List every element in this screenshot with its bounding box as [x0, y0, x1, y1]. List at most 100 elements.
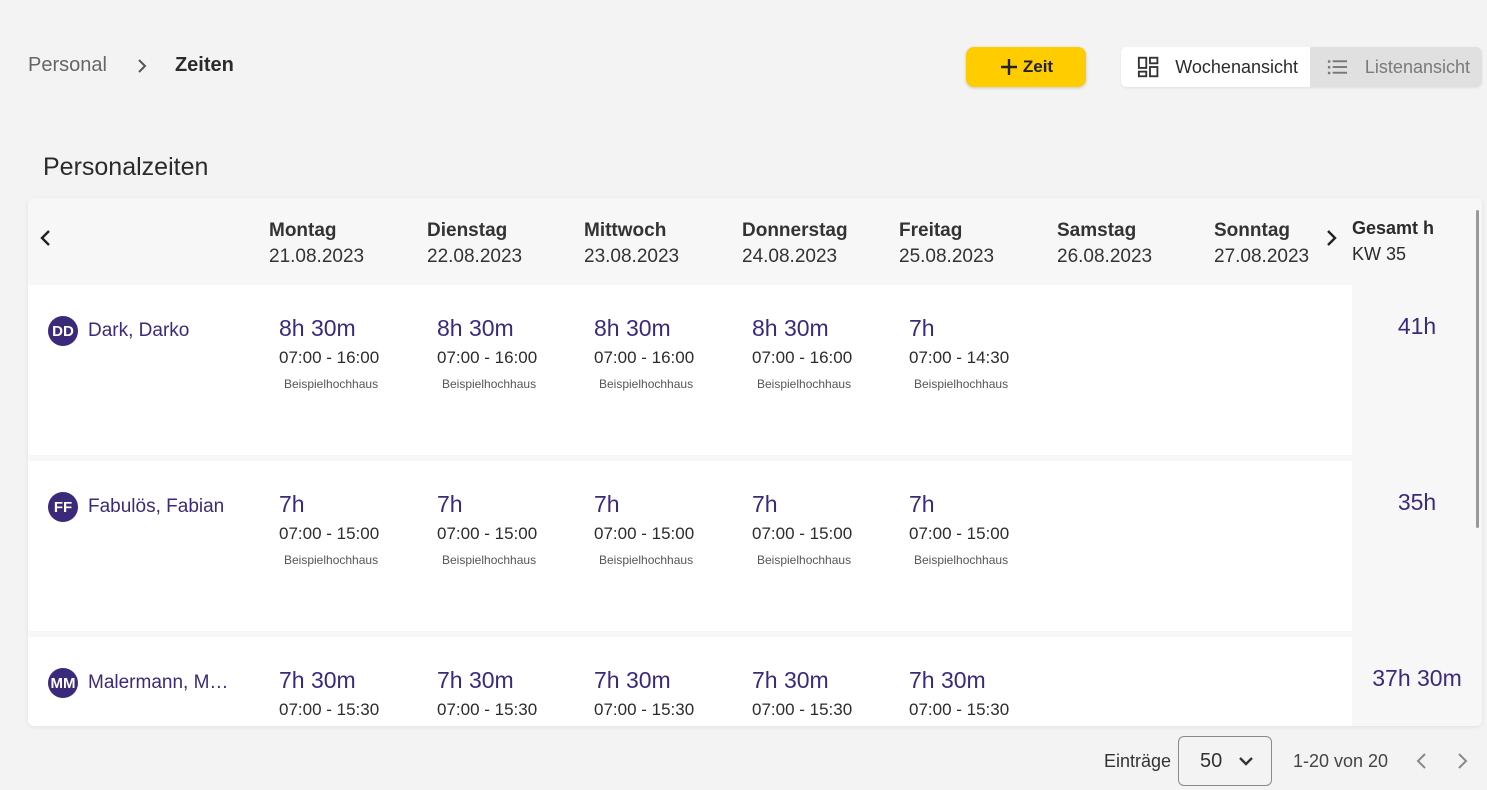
time-entry[interactable]: 7h 30m 07:00 - 15:30: [437, 665, 537, 721]
vertical-scrollbar[interactable]: [1476, 210, 1479, 528]
time-entry[interactable]: 7h 30m 07:00 - 15:30: [594, 665, 694, 721]
chevron-right-icon: [1458, 753, 1468, 769]
row-total: 37h 30m: [1352, 637, 1482, 726]
employee-name[interactable]: Fabulös, Fabian: [88, 496, 224, 518]
day-header-thursday: Donnerstag 24.08.2023: [742, 218, 848, 270]
entry-location: Beispielhochhaus: [284, 553, 379, 567]
time-entry[interactable]: 7h 30m 07:00 - 15:30: [279, 665, 379, 721]
employee: FF Fabulös, Fabian: [48, 492, 248, 522]
chevron-left-icon: [40, 230, 50, 246]
week-view-label: Wochenansicht: [1175, 56, 1298, 77]
plus-icon: [1000, 59, 1017, 75]
day-header-monday: Montag 21.08.2023: [269, 218, 364, 270]
employee-name[interactable]: Malermann, M…: [88, 672, 228, 694]
entry-time-range: 07:00 - 15:00: [279, 524, 380, 543]
week-header: Montag 21.08.2023 Dienstag 22.08.2023 Mi…: [28, 198, 1482, 285]
entry-time-range: 07:00 - 16:00: [437, 348, 538, 367]
entry-duration: 7h 30m: [594, 667, 671, 693]
entry-duration: 7h 30m: [279, 667, 356, 693]
list-view-label: Listenansicht: [1364, 56, 1470, 77]
table-row: DD Dark, Darko 8h 30m 07:00 - 16:00 Beis…: [28, 285, 1352, 455]
entry-time-range: 07:00 - 16:00: [752, 348, 853, 367]
day-header-friday: Freitag 25.08.2023: [899, 218, 994, 270]
day-date: 24.08.2023: [742, 246, 838, 267]
entry-time-range: 07:00 - 15:30: [909, 700, 1010, 719]
total-header: Gesamt h KW 35: [1352, 215, 1434, 267]
day-header-saturday: Samstag 26.08.2023: [1057, 218, 1152, 270]
entry-time-range: 07:00 - 16:00: [594, 348, 695, 367]
entry-location: Beispielhochhaus: [599, 377, 694, 391]
next-page-button[interactable]: [1452, 750, 1472, 777]
entry-duration: 8h 30m: [437, 315, 514, 341]
time-entry[interactable]: 7h 30m 07:00 - 15:30: [909, 665, 1009, 721]
day-name: Freitag: [899, 220, 963, 241]
time-entry[interactable]: 7h 30m 07:00 - 15:30: [752, 665, 852, 721]
row-total: 41h: [1352, 285, 1482, 455]
entry-duration: 8h 30m: [752, 315, 829, 341]
entry-location: Beispielhochhaus: [914, 377, 1009, 391]
dashboard-grid-icon: [1137, 56, 1159, 78]
entry-duration: 7h: [279, 491, 305, 517]
entry-time-range: 07:00 - 14:30: [909, 348, 1010, 367]
avatar: MM: [48, 668, 78, 698]
day-name: Donnerstag: [742, 220, 848, 241]
entry-location: Beispielhochhaus: [757, 377, 852, 391]
time-entry[interactable]: 8h 30m 07:00 - 16:00 Beispielhochhaus: [279, 313, 379, 391]
day-name: Montag: [269, 220, 337, 241]
day-name: Dienstag: [427, 220, 508, 241]
week-number: KW 35: [1352, 244, 1407, 264]
entry-duration: 7h 30m: [437, 667, 514, 693]
time-entry[interactable]: 8h 30m 07:00 - 16:00 Beispielhochhaus: [594, 313, 694, 391]
entry-location: Beispielhochhaus: [599, 553, 694, 567]
list-view-button[interactable]: Listenansicht: [1310, 47, 1482, 87]
breadcrumb: Personal Zeiten: [28, 54, 234, 77]
week-next-button[interactable]: [1319, 226, 1343, 250]
entry-duration: 8h 30m: [594, 315, 671, 341]
entry-time-range: 07:00 - 15:30: [279, 700, 380, 719]
day-name: Samstag: [1057, 220, 1137, 241]
chevron-down-icon: [1239, 757, 1253, 766]
prev-page-button[interactable]: [1412, 750, 1432, 777]
week-table: Montag 21.08.2023 Dienstag 22.08.2023 Mi…: [28, 198, 1482, 726]
breadcrumb-personal[interactable]: Personal: [28, 54, 107, 77]
day-date: 25.08.2023: [899, 246, 995, 267]
avatar: FF: [48, 492, 78, 522]
table-row: FF Fabulös, Fabian 7h 07:00 - 15:00 Beis…: [28, 461, 1352, 631]
pagination: Einträge 50 1-20 von 20: [0, 736, 1487, 786]
entry-location: Beispielhochhaus: [442, 377, 537, 391]
entry-duration: 8h 30m: [279, 315, 356, 341]
week-view-button[interactable]: Wochenansicht: [1121, 47, 1310, 87]
entry-duration: 7h: [909, 315, 935, 341]
time-entry[interactable]: 7h 07:00 - 15:00 Beispielhochhaus: [279, 489, 379, 567]
day-header-wednesday: Mittwoch 23.08.2023: [584, 218, 679, 270]
employee-name[interactable]: Dark, Darko: [88, 320, 189, 342]
entry-location: Beispielhochhaus: [284, 377, 379, 391]
page-size-value: 50: [1200, 749, 1223, 772]
time-entry[interactable]: 8h 30m 07:00 - 16:00 Beispielhochhaus: [752, 313, 852, 391]
day-name: Mittwoch: [584, 220, 667, 241]
page-size-select[interactable]: 50: [1178, 736, 1272, 786]
total-hours: 35h: [1397, 489, 1437, 515]
entry-time-range: 07:00 - 15:30: [752, 700, 853, 719]
day-date: 27.08.2023: [1214, 246, 1310, 267]
entry-location: Beispielhochhaus: [757, 553, 852, 567]
time-entry[interactable]: 7h 07:00 - 15:00 Beispielhochhaus: [437, 489, 537, 567]
entry-duration: 7h: [909, 491, 935, 517]
entry-time-range: 07:00 - 15:30: [437, 700, 538, 719]
total-hours: 37h 30m: [1372, 665, 1462, 691]
list-icon: [1327, 60, 1348, 75]
entry-duration: 7h 30m: [752, 667, 829, 693]
add-time-button[interactable]: Zeit: [966, 47, 1086, 87]
time-entry[interactable]: 7h 07:00 - 15:00 Beispielhochhaus: [594, 489, 694, 567]
week-prev-button[interactable]: [34, 226, 58, 250]
day-date: 22.08.2023: [427, 246, 523, 267]
add-time-label: Zeit: [1022, 57, 1054, 76]
time-entry[interactable]: 7h 07:00 - 14:30 Beispielhochhaus: [909, 313, 1009, 391]
time-entry[interactable]: 8h 30m 07:00 - 16:00 Beispielhochhaus: [437, 313, 537, 391]
entry-time-range: 07:00 - 15:00: [752, 524, 853, 543]
page-range: 1-20 von 20: [1293, 751, 1389, 771]
entry-duration: 7h: [594, 491, 620, 517]
time-entry[interactable]: 7h 07:00 - 15:00 Beispielhochhaus: [752, 489, 852, 567]
chevron-right-icon: [1327, 230, 1337, 246]
time-entry[interactable]: 7h 07:00 - 15:00 Beispielhochhaus: [909, 489, 1009, 567]
